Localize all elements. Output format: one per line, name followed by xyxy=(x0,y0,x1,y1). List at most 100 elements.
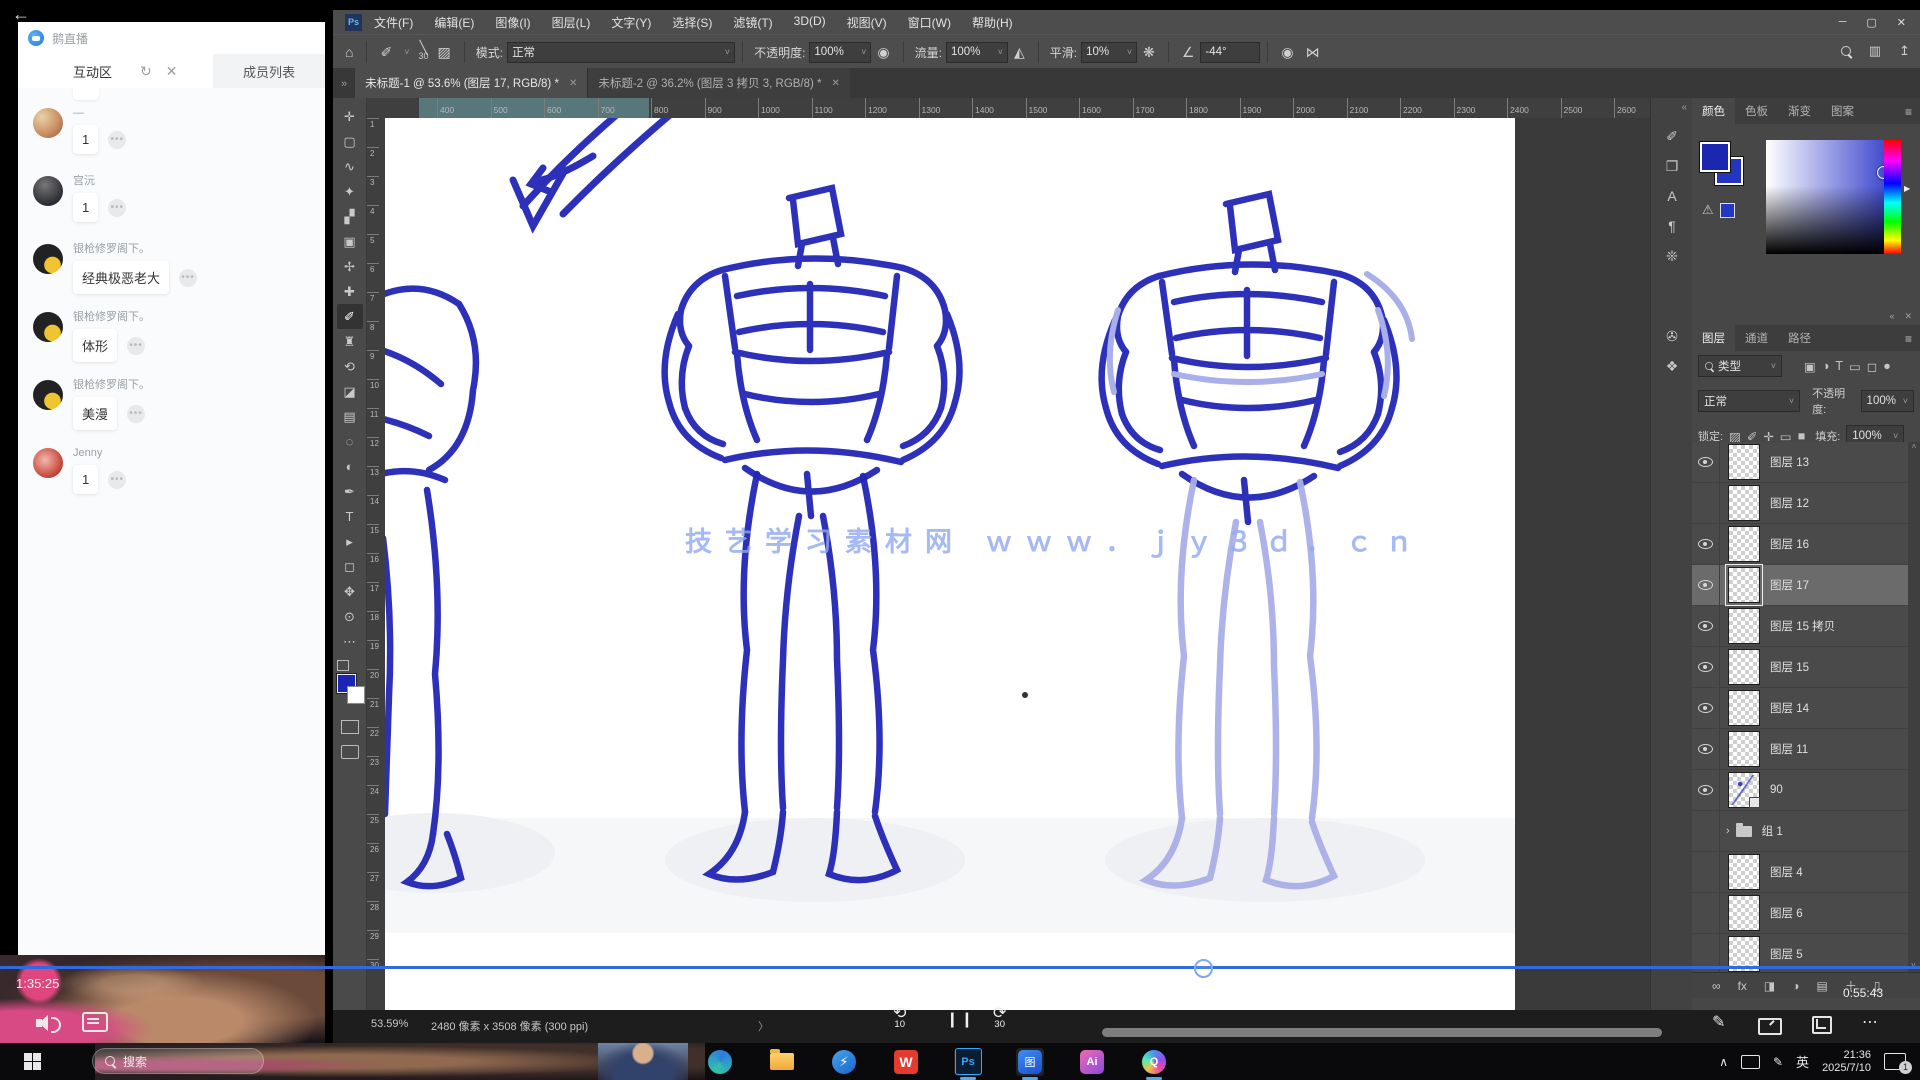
visibility-toggle[interactable] xyxy=(1692,852,1720,892)
menu-item[interactable]: 文件(F) xyxy=(374,14,413,31)
taskbar-search[interactable]: 搜索 xyxy=(92,1048,264,1074)
lock-all-icon[interactable]: ■ xyxy=(1798,429,1806,443)
tool-icon[interactable]: ✦ xyxy=(337,179,363,204)
layer-list-scrollbar[interactable]: ˄ ˅ xyxy=(1908,442,1920,972)
tool-icon[interactable]: ♜ xyxy=(337,329,363,354)
menu-item[interactable]: 选择(S) xyxy=(672,14,712,31)
layer-row[interactable]: › 图层 12 xyxy=(1692,483,1908,524)
flow-select[interactable]: 100%˅ xyxy=(946,42,1008,63)
screen-mode-icon[interactable] xyxy=(341,745,359,759)
danmaku-toggle-icon[interactable] xyxy=(82,1012,108,1032)
maximize-button[interactable]: ▢ xyxy=(1866,16,1876,29)
tool-icon[interactable]: ✥ xyxy=(337,579,363,604)
blue-drawing-app-icon[interactable]: 图 xyxy=(1016,1048,1044,1076)
message-more-button[interactable]: ••• xyxy=(108,131,126,149)
tool-icon[interactable]: ▣ xyxy=(337,229,363,254)
document-tab-1[interactable]: 未标题-1 @ 53.6% (图层 17, RGB/8) * ✕ xyxy=(355,68,587,98)
layer-row[interactable]: › 图层 15 xyxy=(1692,647,1908,688)
rewind-10-button[interactable]: ⟲10 xyxy=(893,1007,906,1029)
tab-overflow-icon[interactable]: » xyxy=(341,78,347,90)
menu-item[interactable]: 帮助(H) xyxy=(972,14,1013,31)
color-swatches[interactable] xyxy=(335,668,365,708)
filter-shape-icon[interactable]: ▭ xyxy=(1849,359,1861,374)
layer-thumbnail[interactable] xyxy=(1728,526,1760,562)
tool-icon[interactable]: ✚ xyxy=(337,279,363,304)
chevron-down-icon[interactable]: ˅ xyxy=(404,47,409,57)
ai-app-icon[interactable]: Ai xyxy=(1078,1048,1106,1076)
menu-item[interactable]: 窗口(W) xyxy=(908,14,951,31)
tool-icon[interactable]: ∿ xyxy=(337,154,363,179)
history-panel-icon[interactable]: ✇ xyxy=(1657,321,1687,351)
layer-row[interactable]: › 图层 16 xyxy=(1692,524,1908,565)
layer-thumbnail[interactable] xyxy=(1728,731,1760,767)
refresh-icon[interactable]: ↻ xyxy=(140,63,152,80)
filter-adjustment-icon[interactable]: ◑ xyxy=(1822,359,1830,373)
home-icon[interactable]: ⌂ xyxy=(345,44,353,60)
message-more-button[interactable]: ••• xyxy=(179,269,197,287)
layer-row[interactable]: › 图层 4 xyxy=(1692,852,1908,893)
close-tab-icon[interactable]: ✕ xyxy=(569,78,577,89)
default-colors-icon[interactable] xyxy=(337,660,349,671)
close-group-icon[interactable]: ✕ xyxy=(1904,311,1912,322)
brush-angle-input[interactable]: -44° xyxy=(1200,42,1260,63)
note-pencil-icon[interactable]: ✎ xyxy=(1712,1012,1725,1032)
search-icon[interactable] xyxy=(1841,46,1851,56)
close-tab-icon[interactable]: ✕ xyxy=(832,78,840,89)
minimize-button[interactable]: ─ xyxy=(1839,16,1847,28)
tool-icon[interactable]: ✒ xyxy=(337,479,363,504)
panel-menu-icon[interactable]: ≡ xyxy=(1905,105,1912,119)
brush-preset-icon[interactable]: ✐ xyxy=(380,44,392,61)
tool-icon[interactable]: T xyxy=(337,504,363,529)
visibility-toggle[interactable] xyxy=(1692,524,1720,564)
layer-thumbnail[interactable] xyxy=(1728,444,1760,480)
canvas-horizontal-scrollbar[interactable] xyxy=(1102,1028,1662,1037)
pc-manager-icon[interactable]: ⚡ xyxy=(830,1048,858,1076)
menu-item[interactable]: 文字(Y) xyxy=(611,14,651,31)
link-layers-icon[interactable]: ∞ xyxy=(1712,979,1721,993)
symmetry-icon[interactable]: ⋈ xyxy=(1306,44,1320,61)
pen-tray-icon[interactable]: ✎ xyxy=(1773,1055,1783,1069)
chat-message-list[interactable]: — 1 ••• 宫沅 1 ••• xyxy=(18,88,325,955)
tool-icon[interactable]: ◪ xyxy=(337,379,363,404)
layer-row[interactable]: › 图层 13 xyxy=(1692,442,1908,483)
quick-mask-icon[interactable] xyxy=(341,720,359,734)
tool-icon[interactable]: ⋯ xyxy=(337,629,363,654)
filter-pixel-icon[interactable]: ▣ xyxy=(1804,359,1816,374)
seek-bar[interactable] xyxy=(0,966,1920,969)
filter-type-icon[interactable]: T xyxy=(1835,359,1843,373)
hue-slider[interactable] xyxy=(1884,140,1901,254)
properties-panel-icon[interactable]: ❖ xyxy=(1657,351,1687,381)
visibility-toggle[interactable] xyxy=(1692,729,1720,769)
visibility-toggle[interactable] xyxy=(1692,442,1720,482)
tool-icon[interactable]: ▢ xyxy=(337,129,363,154)
layer-thumbnail[interactable] xyxy=(1728,895,1760,931)
brush-size-widget[interactable]: ╲30 xyxy=(418,44,428,60)
message-more-button[interactable]: ••• xyxy=(127,337,145,355)
adjustment-layer-icon[interactable]: ◑ xyxy=(1792,979,1799,993)
visibility-toggle[interactable] xyxy=(1692,565,1720,605)
tool-icon[interactable]: ✢ xyxy=(337,254,363,279)
pause-button[interactable]: ❙❙ xyxy=(946,1010,975,1028)
opacity-pressure-icon[interactable]: ◉ xyxy=(877,44,889,61)
display-tray-icon[interactable] xyxy=(1741,1055,1760,1069)
back-arrow-icon[interactable]: ← xyxy=(12,4,30,25)
layer-mask-icon[interactable]: ◨ xyxy=(1764,979,1775,993)
notification-icon[interactable]: 1 xyxy=(1884,1053,1906,1070)
mini-player-icon[interactable] xyxy=(1812,1016,1832,1034)
input-language[interactable]: 英 xyxy=(1796,1052,1809,1071)
layer-thumbnail[interactable] xyxy=(1728,772,1760,808)
edge-app-icon[interactable] xyxy=(706,1048,734,1076)
collapse-group-icon[interactable]: « xyxy=(1889,311,1894,322)
character-panel-icon[interactable]: A xyxy=(1657,181,1687,211)
filter-smart-icon[interactable]: ◻ xyxy=(1867,359,1877,374)
layer-thumbnail[interactable] xyxy=(1728,854,1760,890)
forward-30-button[interactable]: ⟳30 xyxy=(993,1007,1006,1029)
visibility-toggle[interactable] xyxy=(1692,893,1720,933)
layer-filter-select[interactable]: 类型˅ xyxy=(1698,355,1782,377)
tab-layers[interactable]: 图层 xyxy=(1692,325,1735,351)
smoothing-select[interactable]: 10%˅ xyxy=(1081,42,1137,63)
tab-patterns[interactable]: 图案 xyxy=(1821,98,1864,124)
tool-icon[interactable]: ◐ xyxy=(337,454,363,479)
gamut-color-swatch[interactable] xyxy=(1720,203,1735,218)
workspace-panels-icon[interactable]: ▥ xyxy=(1869,43,1881,59)
